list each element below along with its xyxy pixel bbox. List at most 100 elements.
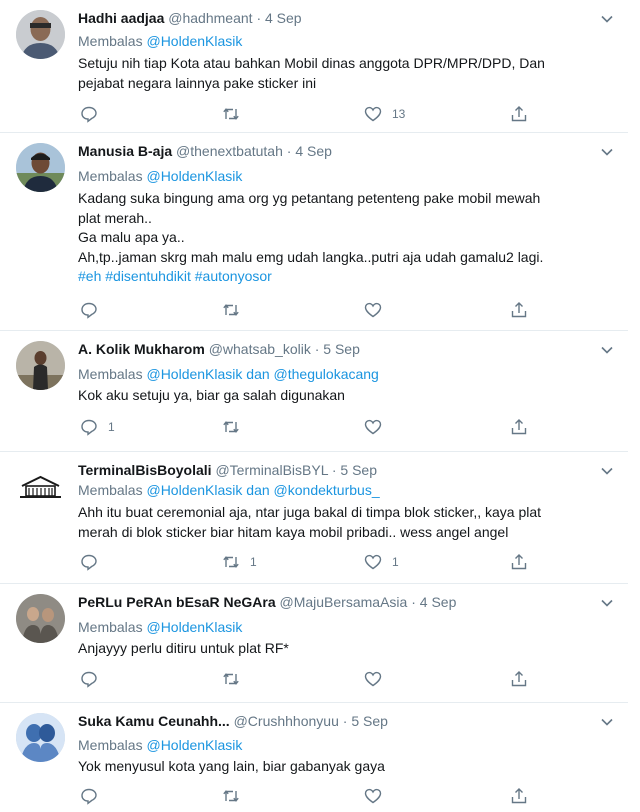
avatar[interactable] [16,10,65,59]
reply-icon [81,554,97,571]
retweet-button[interactable] [222,417,250,437]
chevron-down-icon[interactable] [600,145,614,159]
share-button[interactable] [510,104,528,124]
chevron-down-icon[interactable] [600,715,614,729]
chevron-down-icon[interactable] [600,343,614,357]
share-button[interactable] [510,786,528,806]
mention-link[interactable]: @HoldenKlasik [146,737,242,753]
mention-conjunction: dan [246,482,270,498]
mention-conjunction: dan [246,366,270,382]
tweet[interactable]: Manusia B-aja @thenextbatutah · 4 Sep Me… [0,133,628,331]
mention-link[interactable]: @HoldenKlasik [146,482,242,498]
mention-link[interactable]: @thegulokacang [274,366,379,382]
share-button[interactable] [510,552,528,572]
user-name[interactable]: Hadhi aadjaa [78,10,164,26]
tweet[interactable]: A. Kolik Mukharom @whatsab_kolik · 5 Sep… [0,331,628,452]
tweet[interactable]: Hadhi aadjaa @hadhmeant · 4 Sep Membalas… [0,0,628,133]
like-button[interactable]: 13 [364,104,405,124]
retweet-button[interactable]: 1 [222,552,257,572]
reply-icon [81,419,97,436]
like-button[interactable] [364,300,392,320]
user-handle[interactable]: @whatsab_kolik [209,341,311,357]
heart-icon [364,419,382,435]
tweet-date[interactable]: 4 Sep [265,10,302,26]
user-name[interactable]: Suka Kamu Ceunahh... [78,713,230,729]
avatar[interactable] [16,713,65,762]
avatar[interactable] [16,462,65,511]
reply-button[interactable] [80,786,108,806]
hashtag-link[interactable]: #eh [78,268,101,284]
reply-button[interactable] [80,669,108,689]
chevron-down-icon[interactable] [600,12,614,26]
avatar[interactable] [16,594,65,643]
retweet-icon [223,556,239,568]
tweet-actions: 1 1 [78,552,548,572]
user-handle[interactable]: @TerminalBisBYL [215,462,328,478]
separator-dot: · [331,462,337,478]
tweet-date[interactable]: 4 Sep [295,143,332,159]
user-name[interactable]: A. Kolik Mukharom [78,341,205,357]
avatar[interactable] [16,341,65,390]
reply-button[interactable] [80,300,108,320]
user-handle[interactable]: @MajuBersamaAsia [280,594,408,610]
heart-icon [364,106,382,122]
tweet-text-line: Ga malu apa ya.. [78,229,185,245]
chevron-down-icon[interactable] [600,464,614,478]
separator-dot: · [411,594,416,610]
tweet-actions [78,786,548,806]
replying-to-label: Membalas [78,33,143,49]
user-handle[interactable]: @Crushhhonyuu [234,713,339,729]
separator-dot: · [342,713,348,729]
share-button[interactable] [510,417,528,437]
tweet[interactable]: PeRLu PeRAn bEsaR NeGArа @MajuBersamaAsi… [0,584,628,703]
like-button[interactable] [364,786,392,806]
user-handle[interactable]: @hadhmeant [168,10,252,26]
share-icon [511,788,527,804]
share-button[interactable] [510,669,528,689]
tweet-text-line: Ahh itu buat ceremonial aja, ntar juga b… [78,504,542,520]
user-name[interactable]: Manusia B-aja [78,143,172,159]
like-button[interactable] [364,669,392,689]
retweet-button[interactable] [222,104,250,124]
tweet-date[interactable]: 5 Sep [340,462,377,478]
tweet[interactable]: Suka Kamu Ceunahh... @Crushhhonyuu · 5 S… [0,703,628,812]
user-handle[interactable]: @thenextbatutah [176,143,283,159]
user-name[interactable]: TerminalBisBoyolali [78,462,212,478]
retweet-button[interactable] [222,300,250,320]
replying-to: Membalas @HoldenKlasik [78,167,242,185]
retweet-button[interactable] [222,669,250,689]
heart-icon [364,554,382,570]
retweet-button[interactable] [222,786,250,806]
hashtag-link[interactable]: #disentuhdikit [105,268,191,284]
like-button[interactable]: 1 [364,552,399,572]
tweet-date[interactable]: 5 Sep [323,341,360,357]
replying-to: Membalas @HoldenKlasik dan @thegulokacan… [78,365,379,383]
mention-link[interactable]: @HoldenKlasik [146,168,242,184]
tweet-date[interactable]: 4 Sep [420,594,457,610]
mention-link[interactable]: @HoldenKlasik [146,619,242,635]
replying-to-label: Membalas [78,619,143,635]
mention-link[interactable]: @HoldenKlasik [146,366,242,382]
share-button[interactable] [510,300,528,320]
like-button[interactable] [364,417,392,437]
avatar[interactable] [16,143,65,192]
tweet-text: Setuju nih tiap Kota atau bahkan Mobil d… [78,54,618,93]
reply-icon [81,106,97,123]
tweet-text-line: Anjayyy perlu ditiru untuk plat RF* [78,640,289,656]
user-name[interactable]: PeRLu PeRAn bEsaR NeGArа [78,594,276,610]
hashtag-link[interactable]: #autonyosor [195,268,272,284]
tweet-header: A. Kolik Mukharom @whatsab_kolik · 5 Sep [78,341,360,358]
tweet-text: Kok aku setuju ya, biar ga salah digunak… [78,386,618,406]
reply-button[interactable]: 1 [80,417,115,437]
heart-icon [364,302,382,318]
reply-button[interactable] [80,104,108,124]
tweet-header: TerminalBisBoyolali @TerminalBisBYL · 5 … [78,462,377,479]
chevron-down-icon[interactable] [600,596,614,610]
reply-button[interactable] [80,552,108,572]
mention-link[interactable]: @kondekturbus_ [274,482,380,498]
tweet[interactable]: TerminalBisBoyolali @TerminalBisBYL · 5 … [0,452,628,584]
mention-link[interactable]: @HoldenKlasik [146,33,242,49]
share-icon [511,671,527,687]
tweet-date[interactable]: 5 Sep [351,713,388,729]
replying-to-label: Membalas [78,168,143,184]
